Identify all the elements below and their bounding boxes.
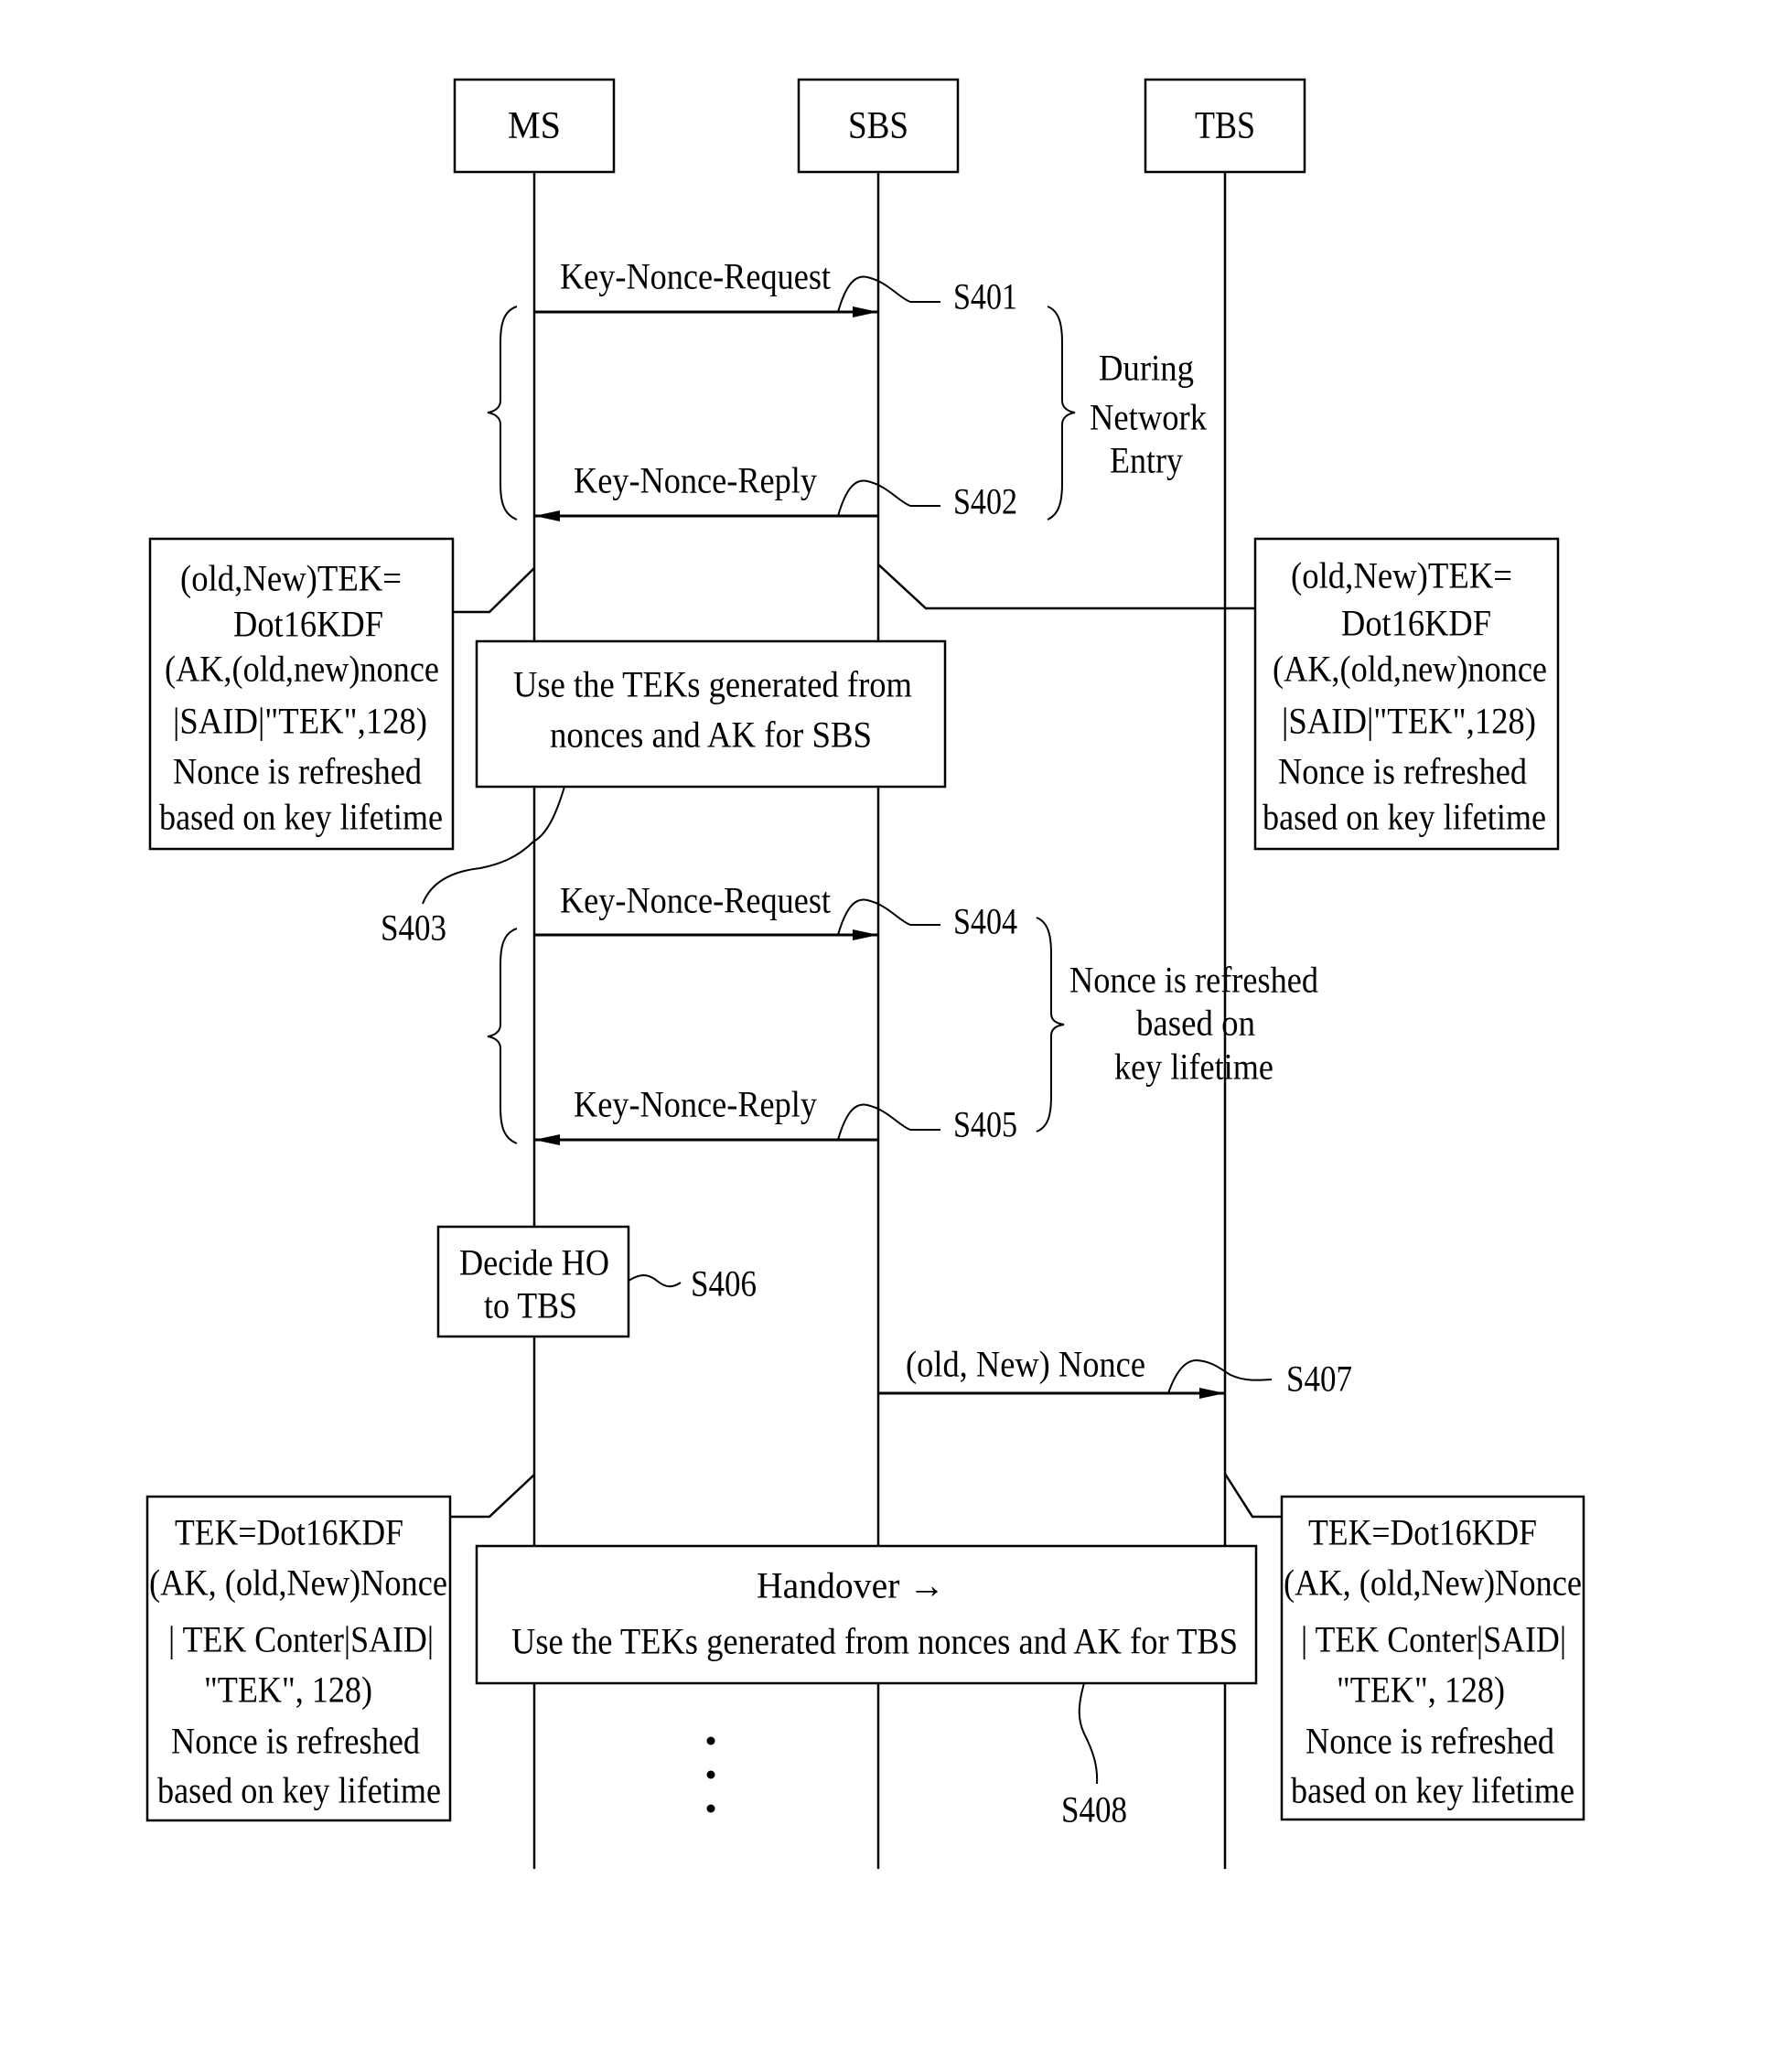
note-line: (AK, (old,New)Nonce — [149, 1562, 447, 1604]
phase-label-line: Entry — [1110, 440, 1183, 481]
continuation-dot — [706, 1736, 715, 1745]
note-line: based on key lifetime — [1291, 1770, 1574, 1811]
step-label-s408: S408 — [1061, 1789, 1127, 1830]
left-brace-refresh — [487, 928, 518, 1144]
phase-label-line: During — [1099, 348, 1194, 389]
right-brace-network-entry — [1047, 306, 1076, 521]
note-line: Nonce is refreshed — [173, 751, 422, 792]
tbs-handover-note-connector — [1223, 1473, 1282, 1519]
message-s404: Key-Nonce-Request S404 — [534, 880, 1017, 942]
phase-network-entry: During Network Entry — [1090, 348, 1207, 481]
message-label: Key-Nonce-Request — [560, 256, 831, 297]
note-line: Nonce is refreshed — [1306, 1721, 1554, 1762]
note-line: Nonce is refreshed — [1278, 751, 1527, 792]
s406-leader — [628, 1274, 682, 1288]
note-line: to TBS — [484, 1285, 577, 1326]
ms-note-connector — [453, 567, 535, 614]
continuation-dot — [706, 1770, 715, 1779]
note-line: Use the TEKs generated from — [513, 664, 912, 705]
ms-tek-handover-note: TEK=Dot16KDF (AK, (old,New)Nonce | TEK C… — [145, 1495, 452, 1822]
ms-handover-note-connector — [450, 1474, 535, 1519]
note-line: (AK,(old,new)nonce — [1273, 649, 1547, 690]
note-line: TEK=Dot16KDF — [1308, 1512, 1537, 1553]
step-label: S407 — [1286, 1358, 1352, 1400]
step-leader — [1167, 1358, 1273, 1394]
step-leader — [837, 1103, 940, 1141]
participant-label: TBS — [1195, 105, 1255, 147]
phase-label-line: Nonce is refreshed — [1069, 960, 1318, 1001]
note-line: | TEK Conter|SAID| — [168, 1619, 434, 1660]
note-line: Dot16KDF — [1341, 603, 1491, 644]
message-label: Key-Nonce-Request — [560, 880, 831, 921]
note-line: Nonce is refreshed — [171, 1721, 420, 1762]
step-label-s403: S403 — [381, 907, 446, 949]
step-leader — [837, 898, 940, 936]
message-label: (old, New) Nonce — [906, 1344, 1145, 1385]
message-s402: Key-Nonce-Reply S402 — [534, 460, 1017, 522]
step-label: S402 — [953, 481, 1017, 522]
note-line: based on key lifetime — [1263, 797, 1546, 838]
phase-refresh: Nonce is refreshed based on key lifetime — [1069, 960, 1318, 1088]
note-line: (old,New)TEK= — [1291, 555, 1512, 596]
note-line: Dot16KDF — [233, 604, 383, 645]
note-line: TEK=Dot16KDF — [175, 1512, 403, 1553]
continuation-dot — [706, 1804, 715, 1813]
note-line: | TEK Conter|SAID| — [1301, 1619, 1566, 1660]
s408-leader — [1078, 1682, 1099, 1785]
note-line: Decide HO — [459, 1242, 609, 1283]
ms-tek-note: (old,New)TEK= Dot16KDF (AK,(old,new)nonc… — [148, 537, 455, 851]
message-label: Key-Nonce-Reply — [574, 1084, 817, 1125]
phase-label-line: key lifetime — [1114, 1047, 1273, 1088]
message-s407: (old, New) Nonce S407 — [878, 1344, 1352, 1400]
step-label: S404 — [953, 901, 1017, 942]
note-line: Use the TEKs generated from nonces and A… — [511, 1621, 1238, 1662]
step-label: S405 — [953, 1104, 1017, 1145]
right-brace-refresh — [1036, 917, 1065, 1133]
sbs-tek-note: (old,New)TEK= Dot16KDF (AK,(old,new)nonc… — [1253, 537, 1560, 851]
step-label: S401 — [953, 276, 1017, 317]
note-line: (AK,(old,new)nonce — [165, 649, 439, 690]
note-line: based on key lifetime — [159, 797, 443, 838]
participant-label: MS — [508, 105, 561, 147]
note-line: "TEK", 128) — [204, 1669, 372, 1711]
step-leader — [837, 479, 940, 517]
message-s405: Key-Nonce-Reply S405 — [534, 1084, 1017, 1145]
use-teks-sbs-box: Use the TEKs generated from nonces and A… — [475, 639, 947, 789]
sequence-diagram: MS SBS TBS Key-Nonce-Request S401 Key-No… — [145, 78, 1585, 1869]
handover-box: Handover → Use the TEKs generated from n… — [475, 1544, 1258, 1685]
left-brace-network-entry — [487, 306, 518, 521]
note-line: Handover → — [757, 1565, 945, 1606]
phase-label-line: Network — [1090, 397, 1207, 438]
continuation-dots — [706, 1736, 715, 1813]
note-line: |SAID|"TEK",128) — [1282, 701, 1536, 742]
participant-sbs: SBS — [797, 78, 960, 174]
message-s401: Key-Nonce-Request S401 — [534, 256, 1017, 317]
decide-ho-box: Decide HO to TBS — [436, 1225, 630, 1338]
step-leader — [837, 275, 940, 313]
sbs-note-connector — [877, 564, 1255, 610]
note-line: (AK, (old,New)Nonce — [1284, 1562, 1582, 1604]
note-line: (old,New)TEK= — [180, 558, 402, 599]
participant-tbs: TBS — [1144, 78, 1306, 174]
note-line: "TEK", 128) — [1337, 1669, 1505, 1711]
participant-ms: MS — [453, 78, 616, 174]
step-label-s406: S406 — [691, 1263, 757, 1304]
note-line: |SAID|"TEK",128) — [173, 701, 427, 742]
message-label: Key-Nonce-Reply — [574, 460, 817, 501]
participant-label: SBS — [848, 105, 908, 147]
note-line: nonces and AK for SBS — [550, 714, 872, 756]
phase-label-line: based on — [1136, 1003, 1255, 1044]
tbs-tek-handover-note: TEK=Dot16KDF (AK, (old,New)Nonce | TEK C… — [1280, 1495, 1585, 1821]
note-line: based on key lifetime — [157, 1770, 441, 1811]
